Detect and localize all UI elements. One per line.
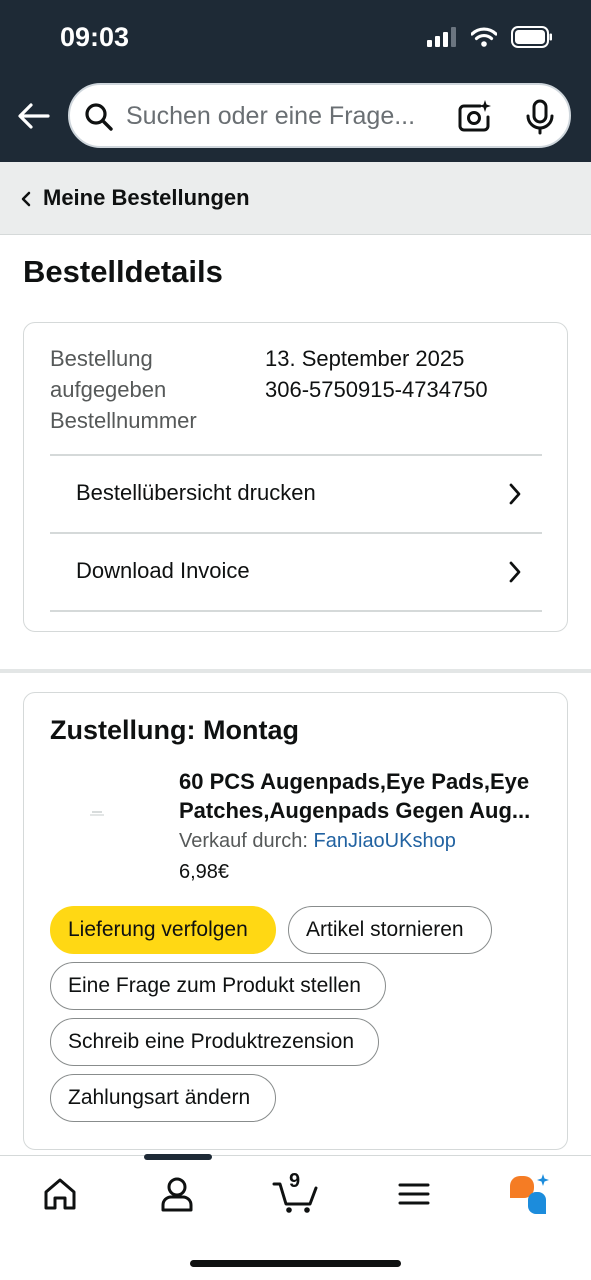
- active-tab-indicator: [144, 1154, 212, 1160]
- page-title: Bestelldetails: [23, 254, 223, 289]
- menu-icon[interactable]: [394, 1174, 434, 1214]
- cancel-item-button[interactable]: Artikel stornieren: [288, 906, 492, 954]
- download-invoice-row[interactable]: Download Invoice: [50, 532, 542, 610]
- order-values: 13. September 2025 306-5750915-4734750: [265, 343, 488, 405]
- order-placed-label: aufgegeben: [50, 377, 167, 402]
- divider: [50, 610, 542, 612]
- order-number-label: Bestellnummer: [50, 408, 197, 433]
- wifi-icon: [471, 27, 497, 47]
- search-bar[interactable]: [68, 83, 571, 148]
- print-summary-label: Bestellübersicht drucken: [76, 480, 316, 505]
- chevron-left-icon: [21, 191, 31, 207]
- home-icon[interactable]: [40, 1174, 80, 1214]
- status-icons: [427, 26, 553, 48]
- product-title-line-1: 60 PCS Augenpads,Eye Pads,Eye: [179, 769, 530, 794]
- chevron-right-icon: [509, 561, 521, 583]
- seller-prefix: Verkauf durch:: [179, 830, 314, 852]
- search-icon: [85, 103, 113, 131]
- seller-line: Verkauf durch: FanJiaoUKshop: [179, 830, 456, 853]
- order-labels: Bestellung aufgegeben Bestellnummer: [50, 343, 197, 436]
- order-number-value: 306-5750915-4734750: [265, 377, 488, 402]
- order-date-label: Bestellung: [50, 346, 153, 371]
- status-time: 09:03: [60, 22, 130, 52]
- write-review-button[interactable]: Schreib eine Produktrezension: [50, 1018, 379, 1066]
- product-price: 6,98€: [179, 861, 230, 883]
- product-image[interactable]: [80, 797, 114, 831]
- track-delivery-button[interactable]: Lieferung verfolgen: [50, 906, 276, 954]
- rufus-assistant-icon[interactable]: [506, 1172, 552, 1218]
- account-icon[interactable]: [157, 1174, 197, 1214]
- product-title[interactable]: 60 PCS Augenpads,Eye Pads,Eye Patches,Au…: [179, 767, 549, 825]
- print-summary-row[interactable]: Bestellübersicht drucken: [50, 454, 542, 532]
- chevron-right-icon: [509, 483, 521, 505]
- back-arrow-icon[interactable]: [16, 98, 52, 134]
- order-summary-card: Bestellung aufgegeben Bestellnummer 13. …: [23, 322, 568, 632]
- section-divider: [0, 669, 591, 673]
- cart-count-badge: 9: [289, 1170, 301, 1192]
- seller-link[interactable]: FanJiaoUKshop: [314, 830, 456, 852]
- breadcrumb-label: Meine Bestellungen: [43, 185, 250, 210]
- home-indicator: [190, 1260, 401, 1267]
- battery-icon: [511, 26, 552, 48]
- order-date-value: 13. September 2025: [265, 346, 465, 371]
- breadcrumb[interactable]: Meine Bestellungen: [0, 162, 591, 235]
- microphone-icon[interactable]: [525, 99, 555, 135]
- download-invoice-label: Download Invoice: [76, 558, 250, 583]
- delivery-card: Zustellung: Montag 60 PCS Augenpads,Eye …: [23, 692, 568, 1150]
- cart-button[interactable]: 9: [272, 1170, 320, 1214]
- product-title-line-2: Patches,Augenpads Gegen Aug...: [179, 798, 531, 823]
- signal-icon: [427, 27, 456, 47]
- camera-lens-icon[interactable]: [456, 99, 492, 135]
- search-input[interactable]: [126, 99, 446, 133]
- change-payment-button[interactable]: Zahlungsart ändern: [50, 1074, 276, 1122]
- top-header: 09:03: [0, 0, 591, 162]
- delivery-title: Zustellung: Montag: [50, 715, 299, 745]
- ask-question-button[interactable]: Eine Frage zum Produkt stellen: [50, 962, 386, 1010]
